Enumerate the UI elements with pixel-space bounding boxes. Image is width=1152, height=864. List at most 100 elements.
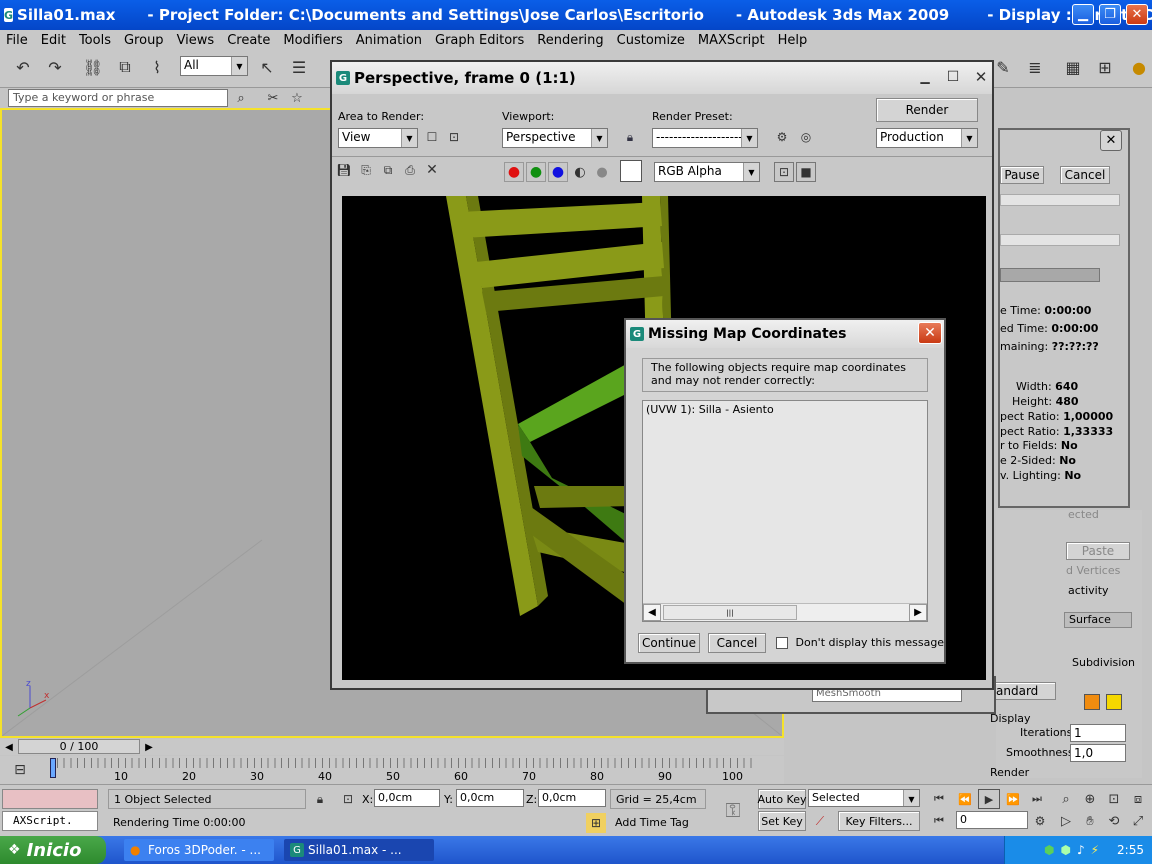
print-icon[interactable]: ⎙: [400, 160, 420, 180]
bind-space-warp-icon[interactable]: ⌇: [144, 54, 170, 80]
power-icon[interactable]: ⚡︎: [1091, 843, 1099, 857]
list-item[interactable]: (UVW 1): Silla - Asiento: [643, 401, 927, 418]
layers-icon[interactable]: ≣: [1022, 54, 1048, 80]
scroll-left-icon[interactable]: ◀: [643, 604, 661, 621]
mini-curve-editor-icon[interactable]: ⊟: [8, 758, 32, 782]
time-slider[interactable]: ◀ 0 / 100 ▶: [0, 739, 784, 755]
select-object-icon[interactable]: ↖: [254, 54, 280, 80]
scroll-right-icon[interactable]: ▶: [909, 604, 927, 621]
render-button[interactable]: Render: [876, 98, 978, 122]
selection-filter-dropdown[interactable]: All ▼: [180, 56, 248, 76]
z-coordinate-field[interactable]: 0,0cm: [538, 789, 606, 807]
undo-icon[interactable]: ↶: [10, 54, 36, 80]
rw-minimize-icon[interactable]: ▁: [914, 66, 936, 88]
frame-counter[interactable]: 0 / 100: [18, 739, 140, 754]
close-button[interactable]: ✕: [1126, 4, 1148, 25]
zoom-extents-icon[interactable]: ⊡: [1104, 789, 1124, 809]
color-swatch[interactable]: [620, 160, 642, 182]
render-setup-icon[interactable]: ⚙: [772, 126, 792, 148]
zoom-icon[interactable]: ⌕: [1056, 789, 1076, 809]
previous-frame-icon[interactable]: ⏪: [954, 789, 976, 809]
schematic-view-icon[interactable]: ⊞: [1092, 54, 1118, 80]
prev-frame-icon[interactable]: ◀: [2, 740, 16, 754]
production-dropdown[interactable]: Production ▼: [876, 128, 978, 148]
set-key-icon[interactable]: ⚿: [714, 791, 752, 829]
track-bar[interactable]: ⊟ 10 20 30 40 50 60 70 80 90 100: [0, 756, 784, 784]
absolute-mode-icon[interactable]: ⊡: [338, 789, 358, 809]
menu-edit[interactable]: Edit: [35, 33, 73, 48]
cancel-button[interactable]: Cancel: [708, 633, 766, 653]
zoom-all-icon[interactable]: ⊕: [1080, 789, 1100, 809]
viewport-dropdown[interactable]: Perspective ▼: [502, 128, 608, 148]
iterations-spinner[interactable]: 1: [1070, 724, 1126, 742]
network-icon[interactable]: ⬢: [1044, 843, 1054, 857]
blue-channel-icon[interactable]: ●: [548, 162, 568, 182]
selection-lock-icon[interactable]: 🔒︎: [310, 789, 330, 809]
lock-icon[interactable]: 🔒︎: [620, 126, 640, 148]
x-coordinate-field[interactable]: 0,0cm: [374, 789, 440, 807]
toggle-ui-icon[interactable]: ■: [796, 162, 816, 182]
maximize-viewport-icon[interactable]: ⤢: [1128, 811, 1148, 831]
orbit-icon[interactable]: ⟲: [1104, 811, 1124, 831]
menu-file[interactable]: File: [0, 33, 35, 48]
green-channel-icon[interactable]: ●: [526, 162, 546, 182]
clear-icon[interactable]: ✕: [422, 160, 442, 180]
rw-maximize-icon[interactable]: ☐: [942, 66, 964, 88]
material-editor-icon[interactable]: ●: [1126, 54, 1152, 80]
menu-animation[interactable]: Animation: [350, 33, 429, 48]
copy-image-icon[interactable]: ⎘: [356, 160, 376, 180]
search-icon[interactable]: ⌕: [230, 88, 252, 108]
checkbox-box[interactable]: [776, 637, 788, 649]
scroll-thumb[interactable]: |||: [663, 605, 797, 620]
maxscript-mini-listener[interactable]: AXScript.: [2, 811, 98, 831]
cancel-render-button[interactable]: Cancel: [1060, 166, 1110, 184]
dialog-close-button[interactable]: ✕: [918, 322, 942, 344]
clone-window-icon[interactable]: ⧉: [378, 160, 398, 180]
continue-button[interactable]: Continue: [638, 633, 700, 653]
next-frame-icon[interactable]: ⏩: [1002, 789, 1024, 809]
menu-views[interactable]: Views: [171, 33, 222, 48]
volume-icon[interactable]: ♪: [1077, 843, 1085, 857]
time-configuration-icon[interactable]: ⚙: [1030, 811, 1050, 831]
menu-graph-editors[interactable]: Graph Editors: [429, 33, 531, 48]
current-frame-field[interactable]: 0: [956, 811, 1028, 829]
start-button[interactable]: ❖ Inicio: [0, 836, 106, 864]
search-field[interactable]: Type a keyword or phrase: [8, 89, 228, 107]
key-mode-toggle-icon[interactable]: ⏮: [928, 811, 950, 831]
redo-icon[interactable]: ↷: [42, 54, 68, 80]
select-by-name-icon[interactable]: ☰: [286, 54, 312, 80]
curve-editor-icon[interactable]: ▦: [1060, 54, 1086, 80]
color-swatch-orange[interactable]: [1084, 694, 1100, 710]
dont-display-checkbox[interactable]: Don't display this message: [776, 636, 944, 649]
menu-tools[interactable]: Tools: [73, 33, 118, 48]
smoothness-spinner[interactable]: 1,0: [1070, 744, 1126, 762]
menu-help[interactable]: Help: [772, 33, 815, 48]
y-coordinate-field[interactable]: 0,0cm: [456, 789, 524, 807]
auto-region-icon[interactable]: ⊡: [444, 126, 464, 148]
field-of-view-icon[interactable]: ▷: [1056, 811, 1076, 831]
taskbar-item-3dsmax[interactable]: G Silla01.max - ...: [284, 839, 434, 861]
set-key-button[interactable]: Set Key: [758, 811, 806, 831]
toggle-ui-overlay-icon[interactable]: ⊡: [774, 162, 794, 182]
menu-maxscript[interactable]: MAXScript: [692, 33, 772, 48]
red-channel-icon[interactable]: ●: [504, 162, 524, 182]
horizontal-scrollbar[interactable]: ◀ ||| ▶: [643, 603, 927, 621]
time-marker[interactable]: [50, 758, 56, 778]
next-frame-icon[interactable]: ▶: [142, 740, 156, 754]
progress-close-button[interactable]: ✕: [1100, 130, 1122, 151]
link-icon[interactable]: ⛓: [80, 54, 106, 80]
taskbar-item-firefox[interactable]: ● Foros 3DPoder. - ...: [124, 839, 274, 861]
play-icon[interactable]: ▶: [978, 789, 1000, 809]
menu-rendering[interactable]: Rendering: [531, 33, 610, 48]
edit-region-icon[interactable]: ☐: [422, 126, 442, 148]
mono-icon[interactable]: ●: [592, 162, 612, 182]
add-time-tag[interactable]: Add Time Tag: [610, 813, 706, 833]
default-in-out-tangents-icon[interactable]: ⟋: [810, 811, 830, 831]
unlink-icon[interactable]: ⧉: [112, 54, 138, 80]
antivirus-icon[interactable]: ⬢: [1060, 843, 1070, 857]
menu-group[interactable]: Group: [118, 33, 171, 48]
pan-icon[interactable]: ✋︎: [1080, 811, 1100, 831]
key-mode-dropdown[interactable]: Selected ▼: [808, 789, 920, 807]
menu-create[interactable]: Create: [221, 33, 277, 48]
color-swatch-yellow[interactable]: [1106, 694, 1122, 710]
